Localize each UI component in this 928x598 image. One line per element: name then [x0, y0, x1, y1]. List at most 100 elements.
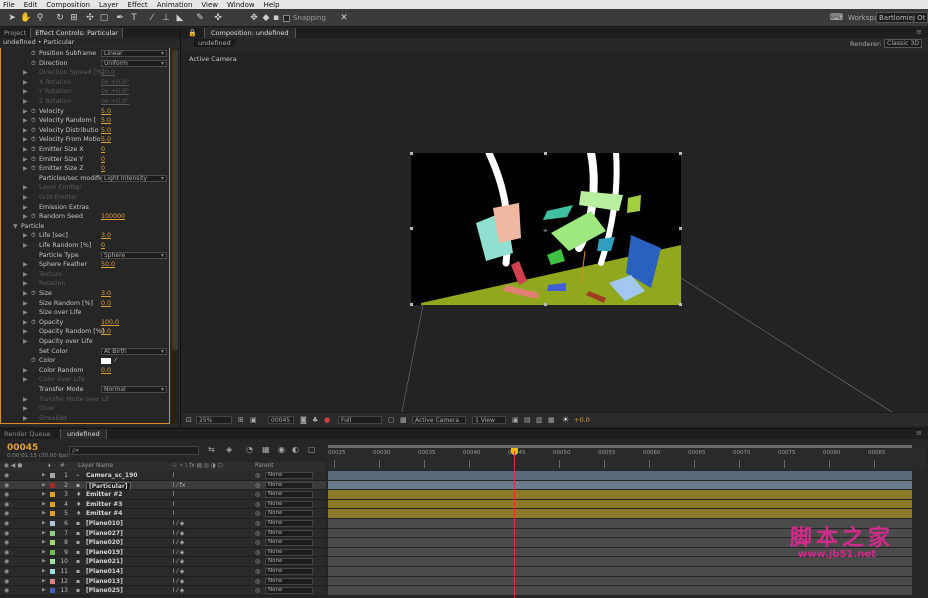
property-row[interactable]: ⏱ Color ⁄ — [1, 356, 169, 366]
property-value[interactable]: 0.0 — [101, 327, 111, 337]
property-value[interactable]: 50.0 — [101, 260, 115, 270]
property-row[interactable]: ▶ Texture — [1, 270, 169, 280]
parent-select[interactable]: None — [265, 587, 313, 595]
eye-icon[interactable]: ◉ — [4, 481, 9, 491]
property-row[interactable]: ▶ Opacity over Life — [1, 337, 169, 347]
stopwatch-icon[interactable]: ⏱ — [31, 231, 36, 241]
property-row[interactable]: ▶ Sphere Feather 50.0 — [1, 260, 169, 270]
property-value[interactable]: 20.0 — [101, 68, 115, 78]
collapsed-triangle-icon[interactable]: ▶ — [42, 529, 46, 539]
eye-icon[interactable]: ◉ — [4, 567, 9, 577]
expanded-triangle-icon[interactable]: ▼ — [13, 222, 18, 232]
property-value[interactable]: 100000 — [101, 212, 125, 222]
collapsed-triangle-icon[interactable]: ▶ — [23, 97, 28, 107]
layer-name[interactable]: [Plane013] — [86, 577, 123, 587]
menu-item-layer[interactable]: Layer — [99, 1, 119, 9]
keyboard-icon[interactable]: ⌨ — [830, 12, 843, 24]
layer-duration-bar[interactable] — [328, 499, 912, 509]
property-row[interactable]: ▶ Size Random [%] 0.0 — [1, 299, 169, 309]
collapsed-triangle-icon[interactable]: ▶ — [42, 548, 46, 558]
collapsed-triangle-icon[interactable]: ▶ — [23, 299, 28, 309]
property-row[interactable]: ▶ ⏱ Size 3.0 — [1, 289, 169, 299]
label-color-swatch[interactable] — [50, 501, 55, 507]
property-value[interactable]: 5.0 — [101, 107, 111, 117]
viewer-handle-br[interactable] — [679, 303, 682, 306]
eye-icon[interactable]: ◉ — [4, 529, 9, 539]
comp-mini-flowchart-icon[interactable]: ⇆ — [208, 445, 215, 454]
menu-item-window[interactable]: Window — [227, 1, 255, 9]
stopwatch-icon[interactable]: ⏱ — [31, 126, 36, 136]
property-dropdown[interactable]: Uniform — [101, 59, 167, 67]
layer-row[interactable]: ◉ ▶ 12 ▪ [Plane013] ⌇ ⁄ ◈ ◎ None — [0, 576, 326, 587]
current-time-field[interactable]: 00045 — [268, 416, 294, 424]
tab-effect-controls[interactable]: Effect Controls: Particular — [30, 28, 123, 38]
collapsed-triangle-icon[interactable]: ▶ — [23, 193, 28, 203]
property-row[interactable]: ▶ Size over Life — [1, 308, 169, 318]
property-row[interactable]: ▶ ⏱ Emitter Size Z 0 — [1, 164, 169, 174]
property-value[interactable]: 0 — [101, 164, 105, 174]
layer-name[interactable]: [Plane020] — [86, 538, 123, 548]
label-color-swatch[interactable] — [50, 578, 55, 584]
property-value[interactable]: 0 — [101, 241, 105, 251]
stopwatch-icon[interactable]: ⏱ — [31, 164, 36, 174]
show-snapshot-icon[interactable]: ♣ — [312, 416, 318, 424]
view-layout-select[interactable]: 1 View — [472, 416, 506, 424]
collapsed-triangle-icon[interactable]: ▶ — [23, 260, 28, 270]
menu-item-effect[interactable]: Effect — [128, 1, 148, 9]
menu-item-composition[interactable]: Composition — [46, 1, 90, 9]
stopwatch-icon[interactable]: ⏱ — [31, 107, 36, 117]
brush-tool-icon[interactable]: ⁄ — [146, 12, 158, 24]
collapsed-triangle-icon[interactable]: ▶ — [42, 557, 46, 567]
viewer-handle-tr[interactable] — [679, 152, 682, 155]
parent-select[interactable]: None — [265, 568, 313, 575]
layer-row[interactable]: ◉ ▶ 10 ▪ [Plane021] ⌇ ⁄ ◈ ◎ None — [0, 557, 326, 567]
property-row[interactable]: ▼ Particle — [1, 222, 169, 232]
layer-switches[interactable]: ⌇ — [172, 490, 175, 500]
stopwatch-icon[interactable]: ⏱ — [31, 356, 36, 366]
property-row[interactable]: ⏱ Position Subframe Linear — [1, 49, 169, 59]
property-dropdown[interactable]: Sphere — [101, 251, 167, 259]
channel-icon[interactable]: ● — [324, 416, 330, 424]
clone-stamp-tool-icon[interactable]: ⊥ — [160, 12, 172, 24]
parent-select[interactable]: None — [265, 491, 313, 499]
pick-whip-icon[interactable]: ◎ — [255, 500, 260, 510]
property-row[interactable]: ▶ X Rotation 0x +0.0° — [1, 78, 169, 88]
layer-duration-bar[interactable] — [328, 576, 912, 586]
layer-search-input[interactable]: ρ▾ — [69, 446, 199, 455]
layer-row[interactable]: ◉ ▶ 4 ♦ Emitter #3 ⌇ ◎ None — [0, 499, 326, 510]
layer-duration-bar[interactable] — [328, 567, 912, 576]
composition-viewer[interactable]: ⌖ — [411, 153, 681, 305]
eye-icon[interactable]: ◉ — [4, 586, 9, 596]
pick-whip-icon[interactable]: ◎ — [255, 509, 260, 519]
layer-switches[interactable]: ⌇ ⁄ ◈ — [172, 529, 184, 539]
layer-switches[interactable]: ⌇ — [172, 500, 175, 510]
timeline-menu-icon[interactable]: ≡ — [916, 429, 922, 437]
layer-name-header[interactable]: Layer Name — [78, 462, 113, 471]
frame-blending-icon[interactable]: ▦ — [262, 445, 270, 454]
collapsed-triangle-icon[interactable]: ▶ — [23, 145, 28, 155]
layer-name[interactable]: [Plane021] — [86, 557, 123, 567]
property-row[interactable]: Transfer Mode Normal — [1, 385, 169, 395]
workspace-select[interactable]: Bartlomiej Ot — [876, 12, 928, 23]
eye-icon[interactable]: ◉ — [4, 500, 9, 510]
label-color-swatch[interactable] — [50, 549, 55, 555]
property-value[interactable]: 5.0 — [101, 116, 111, 126]
label-color-swatch[interactable] — [50, 511, 55, 517]
eraser-tool-icon[interactable]: ◣ — [174, 12, 186, 24]
collapsed-triangle-icon[interactable]: ▶ — [23, 231, 28, 241]
stopwatch-icon[interactable]: ⏱ — [31, 116, 36, 126]
collapsed-triangle-icon[interactable]: ▶ — [23, 87, 28, 97]
region-of-interest-icon[interactable]: ▢ — [388, 416, 395, 424]
viewer-handle-bl[interactable] — [410, 303, 413, 306]
tab-project[interactable]: Project — [0, 28, 30, 38]
label-color-swatch[interactable] — [50, 521, 55, 526]
property-row[interactable]: ▶ Z Rotation 0x +0.0° — [1, 97, 169, 107]
label-color-swatch[interactable] — [50, 559, 55, 565]
layer-switches[interactable]: ⌇ ⁄ ◈ — [172, 519, 184, 529]
property-value[interactable]: 3.0 — [101, 289, 111, 299]
label-color-swatch[interactable] — [50, 540, 55, 546]
draft-3d-icon[interactable]: ◈ — [226, 445, 232, 454]
collapsed-triangle-icon[interactable]: ▶ — [23, 270, 28, 280]
brainstorm-icon[interactable]: ▢ — [308, 445, 316, 454]
snap-options-icon[interactable]: ✕ — [338, 12, 350, 24]
